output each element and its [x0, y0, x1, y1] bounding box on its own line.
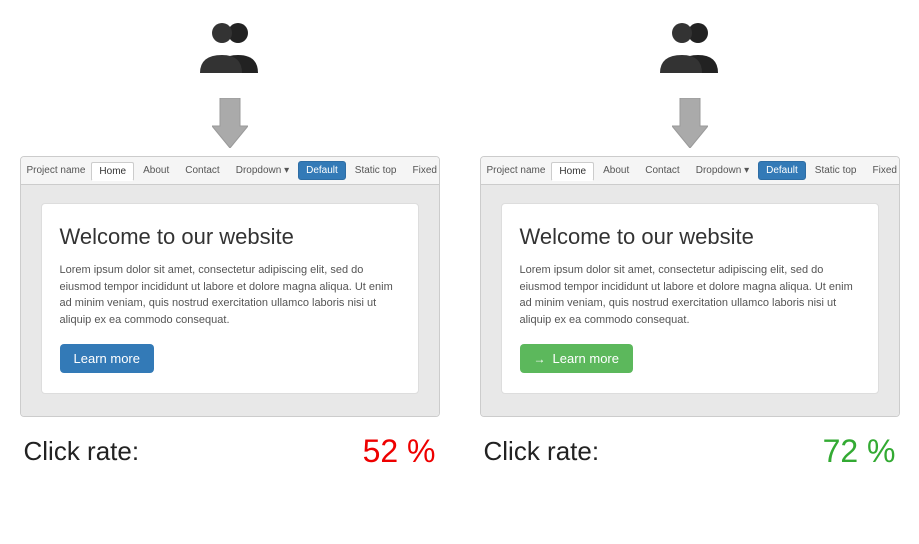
- content-card-a: Welcome to our website Lorem ipsum dolor…: [41, 203, 419, 394]
- nav-brand-b: Project name: [487, 165, 546, 176]
- browser-mockup-b: Project name Home About Contact Dropdown…: [480, 156, 900, 417]
- learn-more-button-b[interactable]: → Learn more: [520, 344, 633, 373]
- browser-content-b: Welcome to our website Lorem ipsum dolor…: [481, 185, 899, 416]
- nav-fixed-a[interactable]: Fixed top: [406, 162, 440, 179]
- arrow-icon-b: →: [534, 352, 546, 366]
- nav-contact-b[interactable]: Contact: [638, 162, 686, 179]
- nav-fixed-b[interactable]: Fixed top: [866, 162, 900, 179]
- nav-default-b[interactable]: Default: [758, 161, 806, 180]
- arrow-down-b: [672, 98, 708, 148]
- nav-brand-a: Project name: [27, 165, 86, 176]
- click-rate-label-a: Click rate:: [24, 436, 140, 467]
- learn-more-button-a[interactable]: Learn more: [60, 344, 154, 373]
- welcome-title-a: Welcome to our website: [60, 224, 400, 250]
- nav-dropdown-b[interactable]: Dropdown ▾: [689, 162, 756, 179]
- browser-nav-b: Project name Home About Contact Dropdown…: [481, 157, 899, 185]
- nav-dropdown-a[interactable]: Dropdown ▾: [229, 162, 296, 179]
- content-card-b: Welcome to our website Lorem ipsum dolor…: [501, 203, 879, 394]
- click-rate-value-b: 72 %: [823, 433, 896, 470]
- users-icon-a: [190, 20, 270, 80]
- click-rate-label-b: Click rate:: [484, 436, 600, 467]
- variant-a: Project name Home About Contact Dropdown…: [20, 20, 440, 470]
- arrow-down-a: [212, 98, 248, 148]
- welcome-title-b: Welcome to our website: [520, 224, 860, 250]
- variant-b: Project name Home About Contact Dropdown…: [480, 20, 900, 470]
- nav-default-a[interactable]: Default: [298, 161, 346, 180]
- click-rate-row-b: Click rate: 72 %: [480, 433, 900, 470]
- nav-about-b[interactable]: About: [596, 162, 636, 179]
- learn-more-label-a: Learn more: [74, 351, 140, 366]
- click-rate-value-a: 52 %: [363, 433, 436, 470]
- nav-contact-a[interactable]: Contact: [178, 162, 226, 179]
- nav-static-a[interactable]: Static top: [348, 162, 404, 179]
- browser-mockup-a: Project name Home About Contact Dropdown…: [20, 156, 440, 417]
- main-container: Project name Home About Contact Dropdown…: [20, 20, 899, 470]
- browser-nav-a: Project name Home About Contact Dropdown…: [21, 157, 439, 185]
- users-icon-b: [650, 20, 730, 80]
- lorem-text-a: Lorem ipsum dolor sit amet, consectetur …: [60, 262, 400, 328]
- learn-more-label-b: Learn more: [553, 351, 619, 366]
- click-rate-row-a: Click rate: 52 %: [20, 433, 440, 470]
- lorem-text-b: Lorem ipsum dolor sit amet, consectetur …: [520, 262, 860, 328]
- nav-about-a[interactable]: About: [136, 162, 176, 179]
- nav-home-b[interactable]: Home: [551, 162, 594, 181]
- nav-static-b[interactable]: Static top: [808, 162, 864, 179]
- browser-content-a: Welcome to our website Lorem ipsum dolor…: [21, 185, 439, 416]
- nav-home-a[interactable]: Home: [91, 162, 134, 181]
